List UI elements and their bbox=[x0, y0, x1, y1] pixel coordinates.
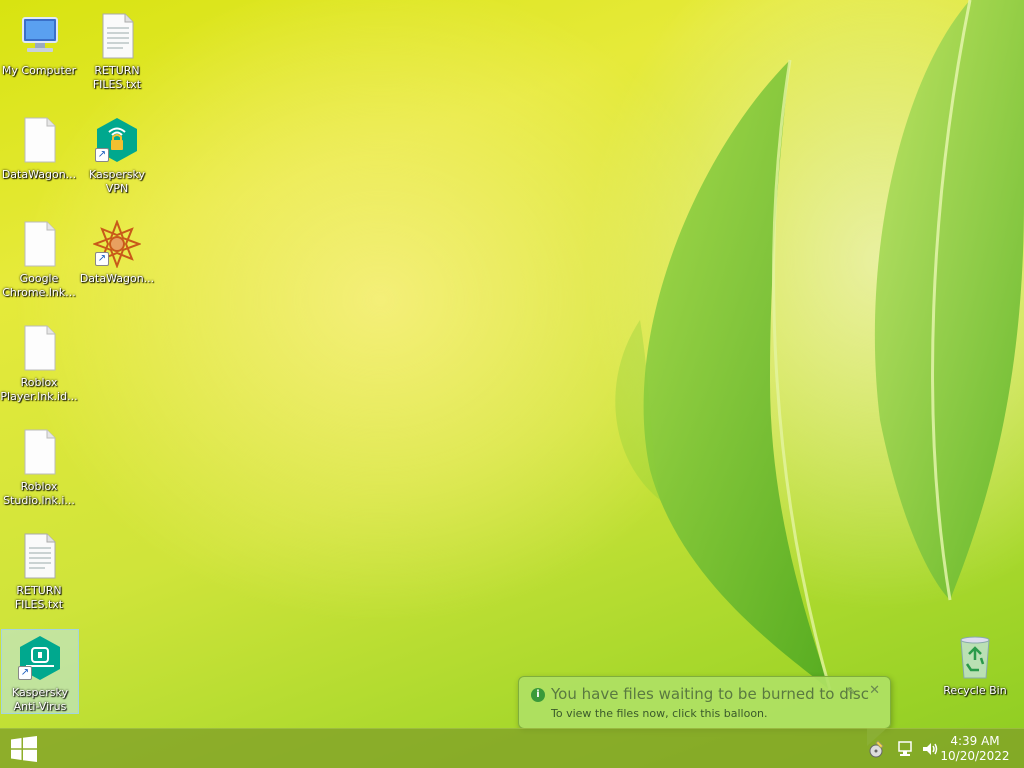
desktop-icon-my-computer[interactable]: My Computer bbox=[0, 8, 78, 94]
text-file-icon bbox=[15, 532, 63, 580]
taskbar-clock[interactable]: 4:39 AM 10/20/2022 bbox=[940, 734, 1010, 764]
desktop-icon-label: Kaspersky VPN bbox=[89, 168, 145, 195]
desktop-icon-label: RETURN FILES.txt bbox=[92, 64, 142, 91]
blank-file-icon bbox=[15, 428, 63, 476]
taskbar: 4:39 AM 10/20/2022 bbox=[0, 728, 1024, 768]
desktop-icon-label: Google Chrome.lnk... bbox=[2, 272, 76, 299]
kaspersky-antivirus-icon: ↗ bbox=[16, 634, 64, 682]
burn-files-notification-balloon[interactable]: i You have files waiting to be burned to… bbox=[518, 676, 891, 746]
desktop-icon-label: Roblox Studio.lnk.i... bbox=[3, 480, 75, 507]
windows-logo-icon bbox=[11, 736, 37, 762]
balloon-close-icon[interactable]: ✕ bbox=[869, 683, 880, 698]
desktop-icon-datawagon-app[interactable]: ↗ DataWagon... bbox=[78, 216, 156, 302]
desktop-icon-roblox-studio[interactable]: Roblox Studio.lnk.i... bbox=[0, 424, 78, 510]
text-file-icon bbox=[93, 12, 141, 60]
balloon-title: You have files waiting to be burned to d… bbox=[551, 685, 869, 703]
wallpaper-leaves bbox=[615, 0, 1024, 691]
desktop-icon-label: DataWagon... bbox=[79, 272, 155, 285]
desktop-icon-label: Recycle Bin bbox=[943, 684, 1007, 697]
desktop-icon-roblox-player[interactable]: Roblox Player.lnk.id... bbox=[0, 320, 78, 406]
desktop-icon-return-files-2[interactable]: RETURN FILES.txt bbox=[0, 528, 78, 614]
balloon-options-icon[interactable]: ✎ bbox=[847, 685, 856, 698]
network-icon[interactable] bbox=[896, 739, 916, 759]
blank-file-icon bbox=[15, 116, 63, 164]
blank-file-icon bbox=[15, 220, 63, 268]
desktop-icon-label: My Computer bbox=[1, 64, 77, 77]
desktop-icon-datawagon-file[interactable]: DataWagon... bbox=[0, 112, 78, 198]
clock-time: 4:39 AM bbox=[950, 734, 1000, 748]
desktop-icon-label: DataWagon... bbox=[1, 168, 77, 181]
info-icon: i bbox=[531, 688, 545, 702]
desktop-icon-label: RETURN FILES.txt bbox=[14, 584, 64, 611]
desktop-icon-label: Roblox Player.lnk.id... bbox=[0, 376, 78, 403]
computer-icon bbox=[15, 12, 63, 60]
desktop-icon-google-chrome-lnk[interactable]: Google Chrome.lnk... bbox=[0, 216, 78, 302]
burn-disc-tray-icon[interactable] bbox=[866, 739, 886, 759]
shortcut-arrow-icon: ↗ bbox=[18, 666, 32, 680]
start-button[interactable] bbox=[0, 729, 48, 768]
recycle-bin-icon bbox=[951, 632, 999, 680]
kaspersky-vpn-icon: ↗ bbox=[93, 116, 141, 164]
desktop-icon-recycle-bin[interactable]: Recycle Bin bbox=[936, 628, 1014, 714]
volume-icon[interactable] bbox=[920, 739, 940, 759]
datawagon-icon: ↗ bbox=[92, 219, 142, 269]
desktop-icon-kaspersky-antivirus[interactable]: ↗ Kaspersky Anti-Virus bbox=[1, 629, 79, 714]
shortcut-arrow-icon: ↗ bbox=[95, 148, 109, 162]
desktop-icon-return-files[interactable]: RETURN FILES.txt bbox=[78, 8, 156, 94]
clock-date: 10/20/2022 bbox=[940, 749, 1010, 763]
blank-file-icon bbox=[15, 324, 63, 372]
balloon-body: To view the files now, click this balloo… bbox=[551, 707, 768, 720]
desktop-icon-kaspersky-vpn[interactable]: ↗ Kaspersky VPN bbox=[78, 112, 156, 198]
desktop-icon-label: Kaspersky Anti-Virus bbox=[12, 686, 68, 713]
shortcut-arrow-icon: ↗ bbox=[95, 252, 109, 266]
